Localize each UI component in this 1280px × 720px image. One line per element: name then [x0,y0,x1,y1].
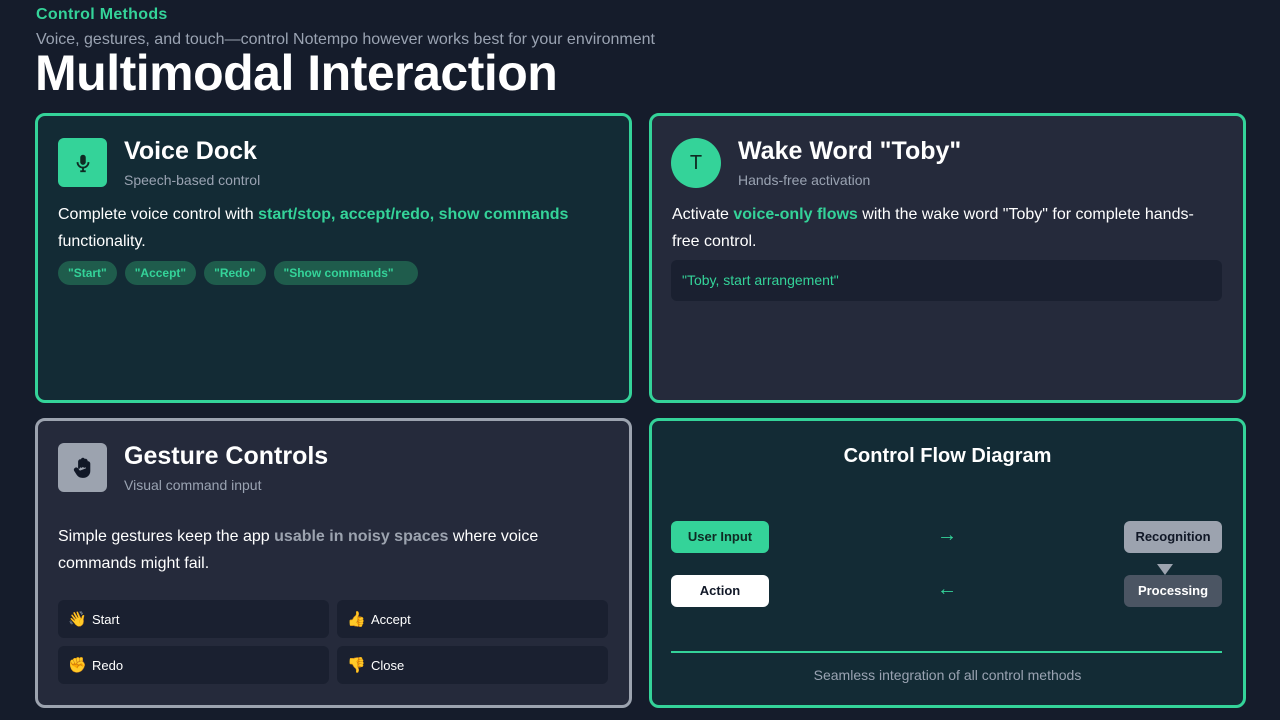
flow-node-user-input: User Input [671,521,769,553]
control-flow-title: Control Flow Diagram [843,445,1052,467]
command-pill-show-commands: "Show commands" [273,261,418,285]
page: Control Methods Voice, gestures, and tou… [0,0,1280,720]
hand-icon [58,443,107,492]
wake-word-avatar-icon: T [671,138,721,188]
gesture-list: 👋 Start 👍 Accept ✊ Redo 👎 Close [58,600,609,684]
voice-dock-card: Voice Dock Speech-based control Complete… [35,113,632,403]
wake-word-description: Activate voice-only flows with the wake … [672,201,1217,255]
gesture-body-prefix: Simple gestures keep the app [58,528,275,545]
wake-word-title: Wake Word "Toby" [738,137,962,165]
gesture-item-close: 👎 Close [337,646,608,684]
page-title: Multimodal Interaction [35,45,558,101]
arrow-down-icon [1157,564,1173,575]
gesture-item-redo: ✊ Redo [58,646,329,684]
gesture-item-start: 👋 Start [58,600,329,638]
gesture-item-accept: 👍 Accept [337,600,608,638]
wake-word-body-highlight: voice-only flows [733,206,858,223]
voice-dock-body-prefix: Complete voice control with [58,206,259,223]
arrow-right-icon: → [937,524,957,546]
gesture-label: Start [92,611,120,627]
wake-word-card: T Wake Word "Toby" Hands-free activation… [649,113,1246,403]
command-pill-accept: "Accept" [124,261,197,285]
fist-icon: ✊ [68,657,87,674]
gesture-label: Redo [92,657,124,673]
gesture-controls-description: Simple gestures keep the app usable in n… [58,523,603,577]
wake-word-example: "Toby, start arrangement" [671,260,1222,301]
gesture-controls-title: Gesture Controls [124,442,329,470]
control-flow-card: Control Flow Diagram User Input → Recogn… [649,418,1246,708]
wake-word-body-prefix: Activate [672,206,734,223]
voice-dock-body-highlight: start/stop, accept/redo, show commands [258,206,569,223]
command-pill-redo: "Redo" [204,261,266,285]
gesture-label: Close [371,657,405,673]
control-flow-caption: Seamless integration of all control meth… [813,667,1082,683]
voice-dock-body-suffix: functionality. [58,233,146,250]
flow-node-recognition: Recognition [1124,521,1222,553]
arrow-left-icon: ← [937,578,957,600]
flow-divider [671,651,1222,653]
voice-dock-subtitle: Speech-based control [124,172,261,188]
flow-node-processing: Processing [1124,575,1222,607]
gesture-body-highlight: usable in noisy spaces [274,528,449,545]
gesture-label: Accept [371,611,411,627]
voice-dock-description: Complete voice control with start/stop, … [58,201,603,255]
section-eyebrow: Control Methods [36,6,168,23]
thumbs-up-icon: 👍 [347,611,366,628]
wave-hand-icon: 👋 [68,611,87,628]
flow-node-action: Action [671,575,769,607]
command-pill-start: "Start" [58,261,117,285]
gesture-controls-card: Gesture Controls Visual command input Si… [35,418,632,708]
microphone-icon [58,138,107,187]
voice-command-list: "Start" "Accept" "Redo" "Show commands" [58,261,418,285]
voice-dock-title: Voice Dock [124,137,257,165]
gesture-controls-subtitle: Visual command input [124,477,262,493]
wake-word-subtitle: Hands-free activation [738,172,871,188]
thumbs-down-icon: 👎 [347,657,366,674]
